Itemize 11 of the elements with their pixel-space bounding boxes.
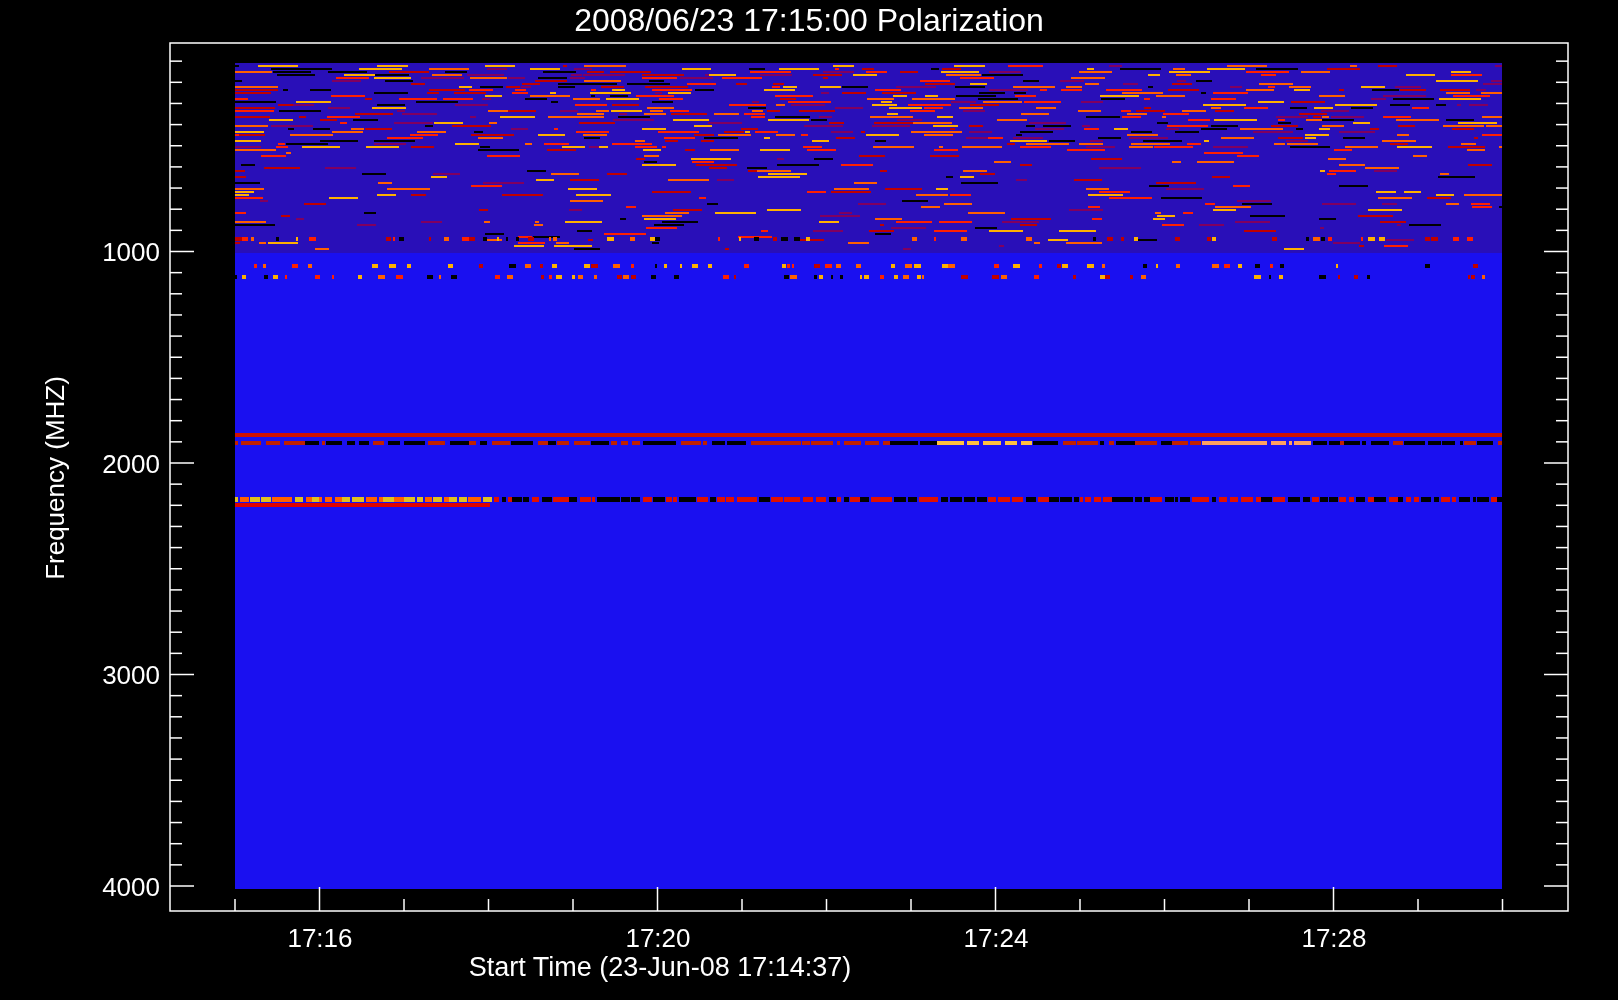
x-tick-label: 17:24 bbox=[963, 923, 1029, 953]
x-axis-label: Start Time (23-Jun-08 17:14:37) bbox=[468, 952, 852, 982]
y-tick-label: 4000 bbox=[102, 871, 160, 902]
x-tick-label: 17:20 bbox=[625, 923, 691, 953]
plot-title: 2008/06/23 17:15:00 Polarization bbox=[574, 2, 1044, 38]
x-tick-label: 17:28 bbox=[1301, 923, 1367, 953]
y-tick-label: 2000 bbox=[102, 448, 160, 479]
x-tick-label: 17:16 bbox=[287, 923, 353, 953]
y-tick-label: 1000 bbox=[102, 237, 160, 267]
y-tick-label: 3000 bbox=[102, 660, 160, 690]
y-axis-label: Frequency (MHZ) bbox=[40, 376, 70, 580]
